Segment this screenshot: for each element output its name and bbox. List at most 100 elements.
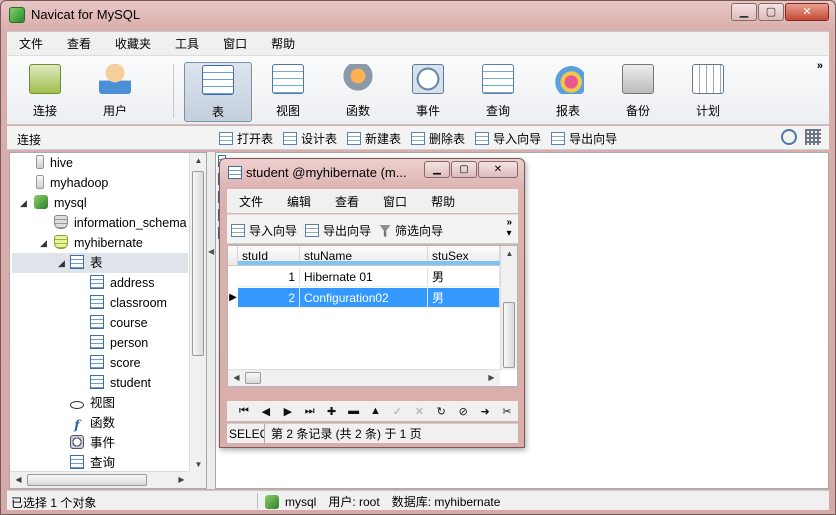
tools-icon[interactable]: ✂	[496, 405, 518, 418]
toolbar-event-button[interactable]: 事件	[394, 62, 462, 122]
title-bar[interactable]: Navicat for MySQL ▁ ▢ ✕	[1, 1, 835, 29]
tree-item-functions[interactable]: f 函数	[70, 413, 115, 433]
table-row-selected[interactable]: ▶ 2 Configuration02 男	[228, 288, 500, 308]
child-menu-edit[interactable]: 编辑	[275, 193, 323, 210]
new-table-button[interactable]: 新建表	[347, 129, 401, 147]
menu-window[interactable]: 窗口	[211, 32, 259, 56]
tree-item-tables[interactable]: 表	[12, 253, 188, 273]
cell-stuname[interactable]: Hibernate 01	[300, 267, 428, 287]
maximize-button[interactable]: ▢	[758, 3, 784, 21]
stop-icon[interactable]: ⊘	[452, 405, 474, 418]
toolbar-connection-button[interactable]: 连接	[11, 62, 79, 122]
child-close-button[interactable]: ✕	[478, 161, 518, 178]
scroll-right-icon[interactable]: ▶	[483, 373, 500, 382]
scroll-down-icon[interactable]: ▼	[190, 460, 207, 469]
child-minimize-button[interactable]: ▁	[424, 161, 450, 178]
export-arrow-icon[interactable]: ➜	[474, 405, 496, 418]
tree-item-events[interactable]: 事件	[70, 433, 115, 453]
tree-item-queries[interactable]: 查询	[70, 453, 115, 472]
scroll-thumb[interactable]	[245, 372, 261, 384]
child-menu-help[interactable]: 帮助	[419, 193, 467, 210]
first-record-icon[interactable]: ⏮	[233, 405, 255, 418]
menu-favorites[interactable]: 收藏夹	[103, 32, 163, 56]
toolbar-user-button[interactable]: 用户	[81, 62, 149, 122]
tree-item-address[interactable]: address	[90, 273, 154, 293]
grid-horizontal-scrollbar[interactable]: ◀ ▶	[228, 369, 500, 386]
toolbar-query-button[interactable]: 查询	[464, 62, 532, 122]
scroll-left-icon[interactable]: ◀	[10, 475, 27, 484]
discard-changes-icon[interactable]: ✕	[408, 405, 430, 418]
toolbar-schedule-button[interactable]: 计划	[674, 62, 742, 122]
tree-item-classroom[interactable]: classroom	[90, 293, 167, 313]
search-icon[interactable]	[781, 129, 797, 145]
tree-item-information-schema[interactable]: information_schema	[54, 213, 187, 233]
tree-item-student[interactable]: student	[90, 373, 151, 393]
tree-item-myhadoop[interactable]: myhadoop	[36, 173, 108, 193]
toolbar-backup-button[interactable]: 备份	[604, 62, 672, 122]
menu-help[interactable]: 帮助	[259, 32, 307, 56]
tree-item-views[interactable]: 视图	[70, 393, 115, 413]
cell-stusex[interactable]: 男	[428, 267, 500, 287]
child-menu-window[interactable]: 窗口	[371, 193, 419, 210]
child-menu-file[interactable]: 文件	[227, 193, 275, 210]
move-up-icon[interactable]: ▲	[365, 405, 387, 417]
grid-vertical-scrollbar[interactable]: ▲	[500, 246, 517, 370]
next-record-icon[interactable]: ▶	[277, 405, 299, 418]
expand-caret-icon[interactable]: ◢	[40, 238, 47, 249]
filter-wizard-button[interactable]: 筛选向导	[379, 222, 443, 239]
child-export-wizard-button[interactable]: 导出向导	[305, 222, 371, 239]
delete-record-icon[interactable]: ▬	[343, 405, 365, 417]
scroll-right-icon[interactable]: ▶	[173, 475, 190, 484]
delete-table-button[interactable]: 删除表	[411, 129, 465, 147]
tree-item-course[interactable]: course	[90, 313, 148, 333]
table-row[interactable]: 1 Hibernate 01 男	[228, 267, 500, 287]
cell-stuid[interactable]: 1	[238, 267, 300, 287]
refresh-icon[interactable]: ↻	[430, 405, 452, 418]
design-table-button[interactable]: 设计表	[283, 129, 337, 147]
toolbar-view-button[interactable]: 视图	[254, 62, 322, 122]
scroll-up-icon[interactable]: ▲	[190, 156, 207, 165]
menu-view[interactable]: 查看	[55, 32, 103, 56]
child-menu-view[interactable]: 查看	[323, 193, 371, 210]
panel-splitter[interactable]: ◀	[207, 152, 215, 489]
import-wizard-button[interactable]: 导入向导	[475, 129, 541, 147]
scroll-left-icon[interactable]: ◀	[228, 373, 245, 382]
tree-item-mysql[interactable]: mysql	[34, 193, 87, 213]
cell-stuid[interactable]: 2	[238, 288, 300, 308]
toolbar-report-button[interactable]: 报表	[534, 62, 602, 122]
tree-item-score[interactable]: score	[90, 353, 141, 373]
grid-view-icon[interactable]	[805, 129, 821, 145]
tree-item-person[interactable]: person	[90, 333, 148, 353]
toolbar-function-button[interactable]: 函数	[324, 62, 392, 122]
export-wizard-button[interactable]: 导出向导	[551, 129, 617, 147]
child-import-wizard-button[interactable]: 导入向导	[231, 222, 297, 239]
cell-stuname[interactable]: Configuration02	[300, 288, 428, 308]
scroll-thumb[interactable]	[27, 474, 147, 486]
open-table-button[interactable]: 打开表	[219, 129, 273, 147]
scroll-thumb[interactable]	[503, 302, 515, 368]
add-record-icon[interactable]: ✚	[321, 405, 343, 418]
scroll-thumb[interactable]	[192, 171, 204, 356]
expand-caret-icon[interactable]: ◢	[58, 258, 65, 269]
last-record-icon[interactable]: ⏭	[299, 405, 321, 418]
apply-changes-icon[interactable]: ✓	[386, 405, 408, 418]
minimize-button[interactable]: ▁	[731, 3, 757, 21]
cell-stusex[interactable]: 男	[428, 288, 500, 308]
toolbar-overflow-button[interactable]: »	[817, 60, 823, 72]
tree-vertical-scrollbar[interactable]: ▲ ▼	[189, 153, 206, 472]
expand-caret-icon[interactable]: ◢	[20, 198, 27, 209]
tree-horizontal-scrollbar[interactable]: ◀ ▶	[10, 471, 190, 488]
tree-item-myhibernate[interactable]: myhibernate	[54, 233, 143, 253]
close-button[interactable]: ✕	[785, 3, 829, 21]
connection-tree: hive myhadoop ◢ mysql information_schema…	[10, 153, 190, 472]
child-maximize-button[interactable]: ▢	[451, 161, 477, 178]
tree-item-hive[interactable]: hive	[36, 153, 73, 173]
splitter-grip-icon[interactable]: ◀	[208, 247, 214, 256]
child-toolbar-overflow-button[interactable]: » ▾	[506, 217, 512, 239]
toolbar-table-button[interactable]: 表	[184, 62, 252, 122]
previous-record-icon[interactable]: ◀	[255, 405, 277, 418]
child-window-title[interactable]: student @myhibernate (m...	[246, 165, 407, 180]
menu-tools[interactable]: 工具	[163, 32, 211, 56]
menu-file[interactable]: 文件	[7, 32, 55, 56]
scroll-up-icon[interactable]: ▲	[501, 249, 517, 258]
